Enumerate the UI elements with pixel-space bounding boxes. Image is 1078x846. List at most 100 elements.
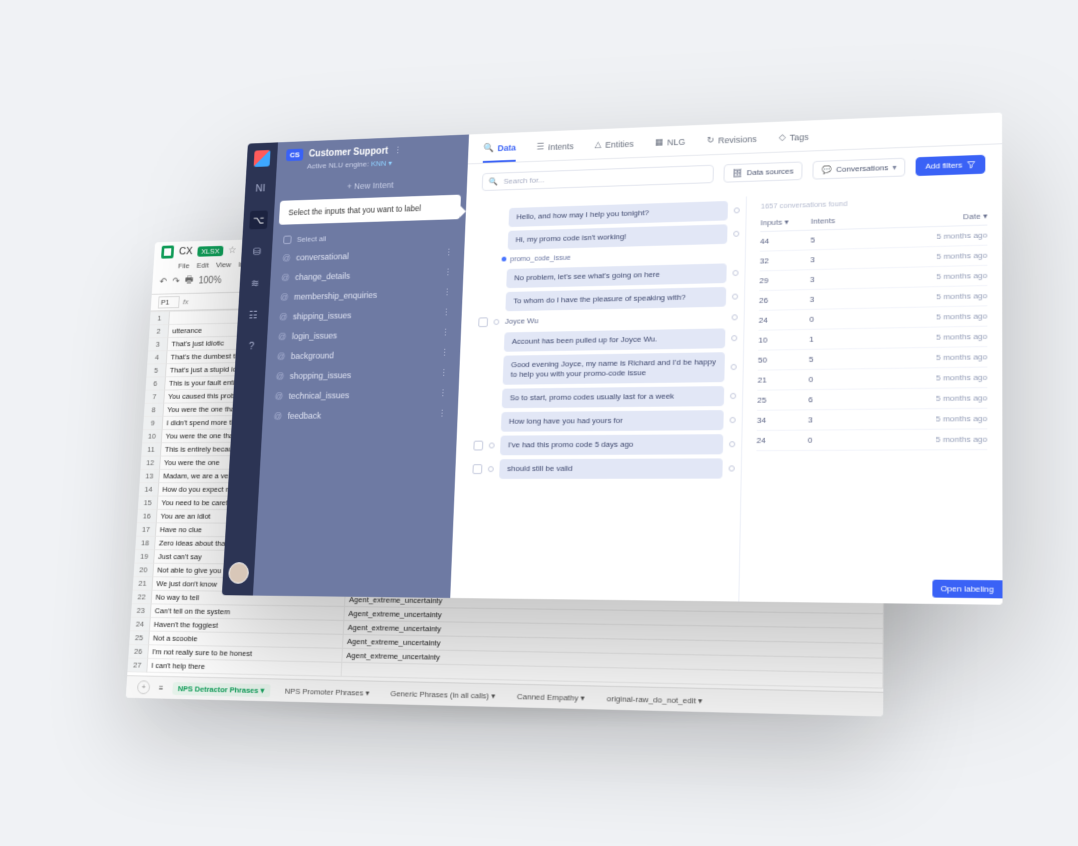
row-head[interactable]: 6 <box>146 377 166 390</box>
sheet-tab[interactable]: NPS Promoter Phrases ▾ <box>279 684 375 699</box>
message-trail-dot[interactable] <box>733 231 739 237</box>
row-head[interactable]: 5 <box>146 364 166 377</box>
message-bubble[interactable]: So to start, promo codes usually last fo… <box>502 386 724 408</box>
sheet-tab[interactable]: Generic Phrases (in all calls) ▾ <box>384 686 501 702</box>
message-checkbox[interactable] <box>473 441 483 451</box>
message-trail-dot[interactable] <box>731 335 737 341</box>
message-trail-dot[interactable] <box>730 417 736 423</box>
add-sheet-button[interactable]: + <box>137 680 151 694</box>
message-trail-dot[interactable] <box>732 270 738 276</box>
open-labeling-button[interactable]: Open labeling <box>932 580 1003 599</box>
message-bubble[interactable]: Joyce Wu <box>505 311 726 329</box>
sheet-tab[interactable]: NPS Detractor Phrases ▾ <box>172 682 270 697</box>
row-head[interactable]: 17 <box>136 523 157 537</box>
doc-title[interactable]: CX <box>179 246 193 257</box>
message-bubble[interactable]: How long have you had yours for <box>501 410 724 432</box>
row-head[interactable]: 7 <box>145 390 165 403</box>
message-bubble[interactable]: Account has been pulled up for Joyce Wu. <box>504 328 726 351</box>
star-icon[interactable]: ☆ <box>228 245 237 255</box>
add-filters-button[interactable]: Add filters <box>916 155 985 176</box>
menu-file[interactable]: File <box>178 262 190 271</box>
message-bubble[interactable]: Good evening Joyce, my name is Richard a… <box>503 352 725 385</box>
row-head[interactable]: 16 <box>137 510 157 523</box>
message-bubble[interactable]: should still be valid <box>499 458 723 479</box>
row-head[interactable]: 14 <box>139 483 159 496</box>
row-head[interactable]: 10 <box>142 430 162 443</box>
row-head[interactable]: 21 <box>133 577 154 591</box>
message-trail-dot[interactable] <box>732 314 738 320</box>
row-head[interactable]: 20 <box>134 564 155 578</box>
tab-revisions[interactable]: ↻Revisions <box>707 132 757 154</box>
menu-view[interactable]: View <box>216 260 232 269</box>
message-bubble[interactable]: To whom do I have the pleasure of speaki… <box>505 287 726 311</box>
intent-menu-icon[interactable]: ⋮ <box>441 328 450 339</box>
row-head[interactable]: 4 <box>147 351 167 364</box>
sidebar-item-layers[interactable]: ☷ <box>244 305 263 324</box>
intent-tag[interactable]: promo_code_issue <box>501 253 570 263</box>
row-head[interactable]: 12 <box>140 457 160 470</box>
table-row[interactable]: 3435 months ago <box>757 409 988 431</box>
col-inputs[interactable]: Inputs ▾ <box>760 217 800 227</box>
col-intents[interactable]: Intents <box>811 216 852 226</box>
message-checkbox[interactable] <box>478 317 488 327</box>
conversations-dropdown[interactable]: 💬 Conversations <box>813 158 906 180</box>
message-radio[interactable] <box>488 466 494 472</box>
sheet-tab[interactable]: original-raw_do_not_edit ▾ <box>600 691 708 707</box>
row-head[interactable]: 27 <box>127 659 148 673</box>
message-bubble[interactable]: Hi, my promo code isn't working! <box>508 224 728 250</box>
row-head[interactable]: 3 <box>148 338 168 351</box>
row-head[interactable]: 18 <box>135 537 156 551</box>
intent-item[interactable]: @shopping_issues⋮ <box>265 363 460 386</box>
message-trail-dot[interactable] <box>729 465 735 471</box>
data-sources-button[interactable]: 🗄 Data sources <box>723 161 802 182</box>
row-head[interactable]: 1 <box>150 312 170 325</box>
sidebar-item-nl[interactable]: NI <box>251 179 270 198</box>
menu-edit[interactable]: Edit <box>196 261 209 270</box>
row-head[interactable]: 13 <box>140 470 160 483</box>
print-icon[interactable]: 🖶 <box>184 273 193 289</box>
row-head[interactable]: 9 <box>143 417 163 430</box>
message-bubble[interactable]: No problem, let's see what's going on he… <box>506 263 727 288</box>
cell-a[interactable]: I can't help there <box>147 659 342 677</box>
message-trail-dot[interactable] <box>731 364 737 370</box>
all-sheets-icon[interactable]: ≡ <box>159 683 164 692</box>
select-all-checkbox[interactable] <box>283 235 292 244</box>
row-head[interactable]: 11 <box>141 443 161 456</box>
sheet-tab[interactable]: Canned Empathy ▾ <box>511 689 591 704</box>
intent-item[interactable]: @technical_issues⋮ <box>263 383 458 405</box>
table-row[interactable]: 2405 months ago <box>756 429 987 451</box>
intent-item[interactable]: @feedback⋮ <box>262 404 458 426</box>
sidebar-item-database[interactable]: ⛁ <box>247 242 266 261</box>
tab-tags[interactable]: ◇Tags <box>779 130 809 152</box>
zoom-level[interactable]: 100% <box>198 275 221 286</box>
row-head[interactable]: 8 <box>144 404 164 417</box>
intent-menu-icon[interactable]: ⋮ <box>444 248 453 259</box>
project-title[interactable]: Customer Support <box>308 146 388 159</box>
intent-menu-icon[interactable]: ⋮ <box>440 348 449 359</box>
fx-icon[interactable]: fx <box>183 298 189 306</box>
col-date[interactable]: Date ▾ <box>862 212 988 225</box>
message-bubble[interactable]: I've had this promo code 5 days ago <box>500 434 723 455</box>
project-menu-icon[interactable]: ⋮ <box>393 146 402 157</box>
sidebar-item-metrics[interactable]: ≋ <box>246 273 265 292</box>
intent-menu-icon[interactable]: ⋮ <box>443 288 452 299</box>
table-row[interactable]: 2565 months ago <box>757 388 987 411</box>
nlu-engine-value[interactable]: KNN <box>371 159 387 168</box>
row-head[interactable]: 15 <box>138 497 158 510</box>
app-logo-icon[interactable] <box>254 150 271 167</box>
cell-reference[interactable]: P1 <box>158 296 180 309</box>
sidebar-item-help[interactable]: ? <box>242 337 261 356</box>
message-trail-dot[interactable] <box>729 441 735 447</box>
table-row[interactable]: 2105 months ago <box>757 368 987 391</box>
tab-nlg[interactable]: ▦NLG <box>655 135 686 156</box>
intent-menu-icon[interactable]: ⋮ <box>444 268 453 279</box>
tab-intents[interactable]: ☰Intents <box>536 140 574 161</box>
tab-data[interactable]: 🔍Data <box>483 142 516 163</box>
undo-icon[interactable]: ↶ <box>159 277 167 287</box>
user-avatar[interactable] <box>228 562 249 584</box>
row-head[interactable]: 26 <box>128 645 149 659</box>
tab-entities[interactable]: △Entities <box>594 137 634 158</box>
intent-menu-icon[interactable]: ⋮ <box>442 308 451 319</box>
row-head[interactable]: 25 <box>129 631 150 645</box>
message-trail-dot[interactable] <box>732 294 738 300</box>
